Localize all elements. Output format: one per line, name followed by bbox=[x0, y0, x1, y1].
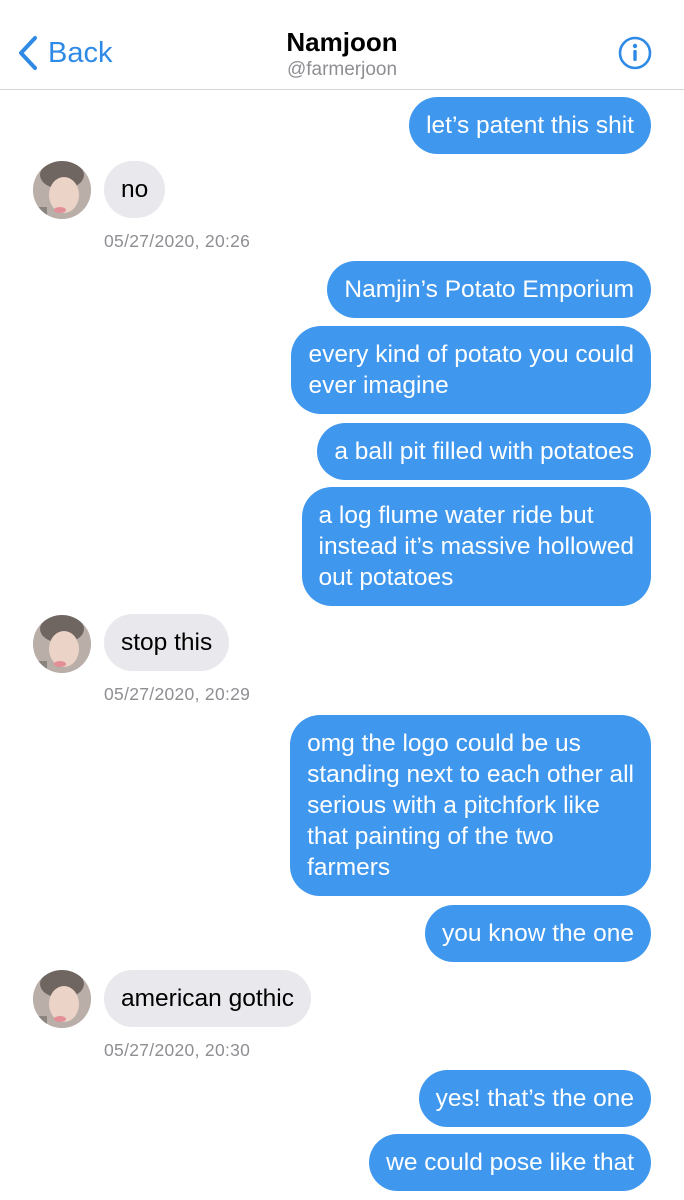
contact-name: Namjoon bbox=[286, 27, 398, 57]
outgoing-message-bubble[interactable]: Namjin’s Potato Emporium bbox=[327, 261, 651, 318]
outgoing-message-bubble[interactable]: every kind of potato you could ever imag… bbox=[291, 326, 651, 414]
message-timestamp: 05/27/2020, 20:30 bbox=[104, 1040, 251, 1060]
message-timestamp: 05/27/2020, 20:26 bbox=[104, 231, 251, 251]
contact-handle: @farmerjoon bbox=[286, 59, 398, 80]
contact-title-block: Namjoon @farmerjoon bbox=[0, 26, 684, 82]
info-circle-icon bbox=[618, 36, 652, 70]
outgoing-message-bubble[interactable]: we could pose like that bbox=[369, 1134, 651, 1191]
incoming-message-bubble[interactable]: no bbox=[104, 161, 166, 218]
info-button[interactable] bbox=[618, 36, 652, 70]
contact-avatar[interactable] bbox=[33, 970, 91, 1028]
outgoing-message-bubble[interactable]: yes! that’s the one bbox=[418, 1070, 651, 1127]
conversation-header: Back Namjoon @farmerjoon bbox=[0, 0, 684, 90]
outgoing-message-bubble[interactable]: omg the logo could be us standing next t… bbox=[290, 715, 651, 896]
outgoing-message-bubble[interactable]: you know the one bbox=[424, 905, 651, 962]
message-thread[interactable]: let’s patent this shit no 05/27/2020, 20… bbox=[0, 90, 684, 1200]
message-timestamp: 05/27/2020, 20:29 bbox=[104, 684, 251, 704]
outgoing-message-bubble[interactable]: a log flume water ride but instead it’s … bbox=[301, 487, 651, 606]
incoming-message-bubble[interactable]: american gothic bbox=[104, 970, 311, 1027]
outgoing-message-bubble[interactable]: let’s patent this shit bbox=[409, 97, 651, 154]
contact-avatar[interactable] bbox=[33, 615, 91, 673]
incoming-message-bubble[interactable]: stop this bbox=[104, 614, 230, 671]
contact-avatar[interactable] bbox=[33, 161, 91, 219]
outgoing-message-bubble[interactable]: a ball pit filled with potatoes bbox=[317, 423, 651, 480]
